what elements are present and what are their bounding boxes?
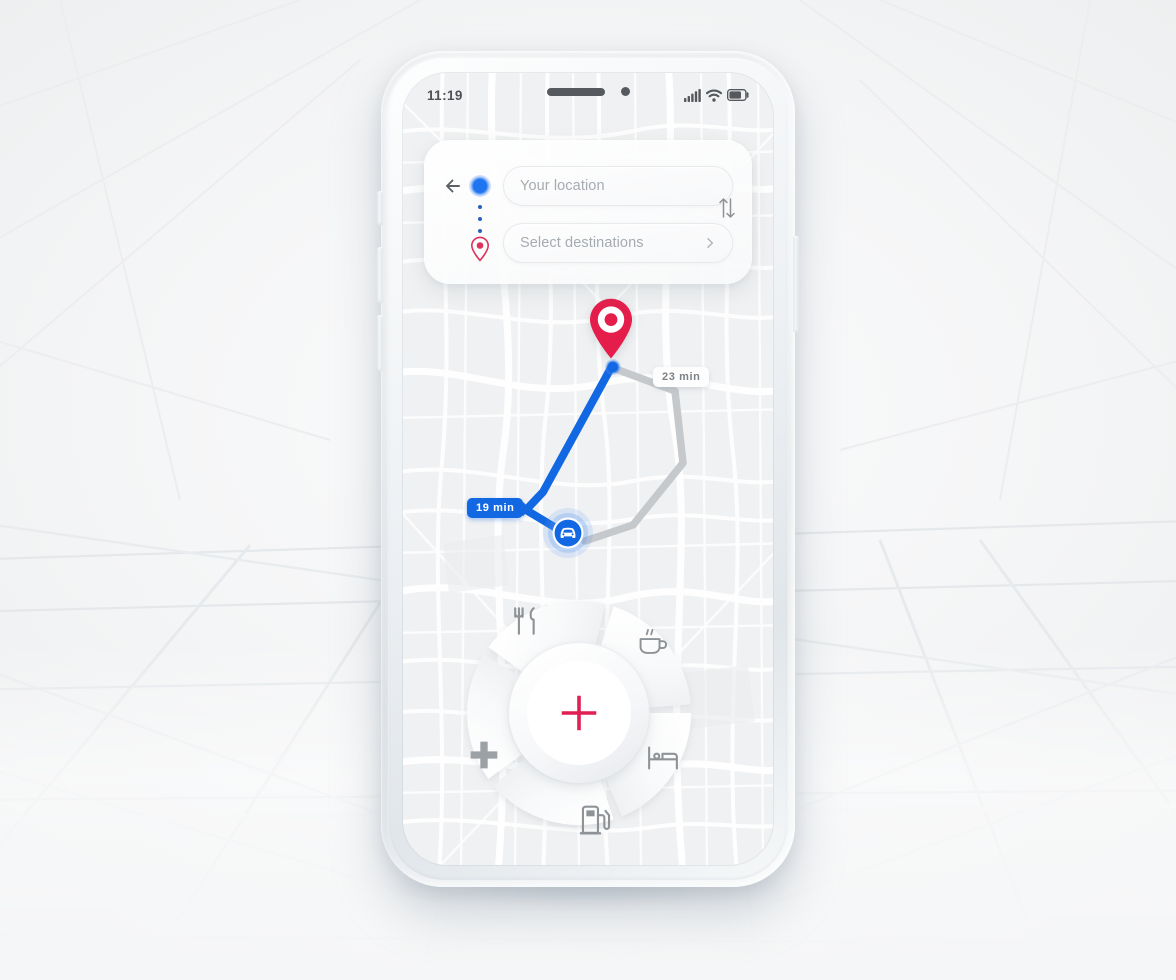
volume-up-button[interactable]	[377, 247, 383, 303]
destination-pin-icon	[470, 236, 490, 262]
alternate-route-time-badge[interactable]: 23 min	[653, 367, 710, 387]
wifi-icon	[706, 88, 722, 102]
status-time: 11:19	[427, 87, 463, 103]
route-origin-dot	[605, 359, 621, 375]
battery-icon	[727, 89, 749, 101]
swap-vertical-icon[interactable]	[716, 195, 738, 221]
back-arrow-icon[interactable]	[442, 175, 464, 197]
coffee-cup-icon	[639, 629, 668, 654]
segment-icon-cafes[interactable]	[636, 626, 670, 660]
medical-cross-icon	[470, 741, 498, 769]
fuel-pump-icon	[579, 805, 611, 835]
segment-icon-gas[interactable]	[578, 803, 612, 837]
origin-dot-icon	[469, 175, 491, 197]
phone-screen: 11:19 Your location Select destinations …	[403, 73, 773, 865]
volume-down-button[interactable]	[377, 315, 383, 371]
radial-category-menu	[434, 568, 724, 858]
segment-icon-hotels[interactable]	[646, 741, 680, 775]
phone-device: 11:19 Your location Select destinations …	[377, 51, 799, 887]
cellular-signal-icon	[684, 88, 701, 102]
vehicle-marker[interactable]	[542, 507, 594, 559]
segment-icon-pharmacy[interactable]	[467, 738, 501, 772]
segment-icon-restaurants[interactable]	[509, 604, 543, 638]
destination-input[interactable]: Select destinations	[503, 223, 733, 263]
primary-route-time-badge[interactable]: 19 min	[467, 498, 524, 518]
route-search-panel: Your location Select destinations	[424, 140, 752, 284]
mute-switch-button[interactable]	[377, 191, 383, 225]
destination-input-text: Select destinations	[520, 235, 644, 251]
front-camera	[620, 87, 630, 96]
earpiece-speaker	[546, 87, 605, 96]
power-button[interactable]	[793, 236, 799, 332]
origin-input-text: Your location	[520, 178, 605, 194]
add-place-button[interactable]	[556, 690, 602, 736]
map-pin-icon[interactable]	[588, 297, 634, 360]
fork-knife-icon	[514, 607, 535, 635]
origin-input[interactable]: Your location	[503, 166, 733, 206]
status-bar: 11:19	[403, 73, 773, 117]
scene: 11:19 Your location Select destinations …	[0, 0, 1176, 980]
bed-icon	[648, 746, 678, 770]
route-connector-dots	[477, 205, 483, 233]
status-indicators	[684, 88, 749, 102]
plus-icon	[561, 695, 597, 731]
chevron-right-icon[interactable]	[704, 237, 716, 249]
